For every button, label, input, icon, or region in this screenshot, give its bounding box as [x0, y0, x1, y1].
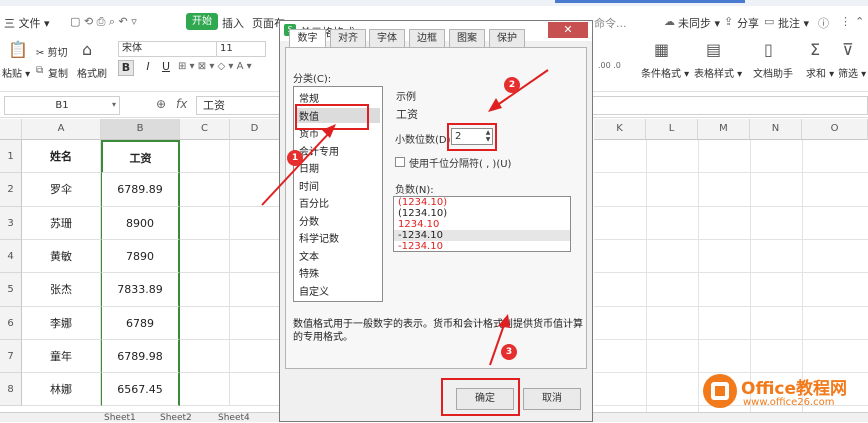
arrow-3 [489, 321, 506, 366]
watermark-brand: Office教程网 [741, 379, 848, 399]
annotation-badge-1: 1 [287, 150, 303, 166]
arrowhead-1 [322, 124, 336, 138]
annotation-badge-3: 3 [501, 344, 517, 360]
arrowhead-2 [488, 98, 502, 112]
watermark: Office教程网 www.office26.com [703, 368, 863, 414]
annotation-arrows [261, 69, 549, 366]
annotation-badge-2: 2 [504, 77, 520, 93]
office-logo-icon [703, 374, 737, 408]
arrow-1 [261, 131, 331, 206]
arrowhead-3 [498, 314, 510, 328]
watermark-url: www.office26.com [743, 397, 835, 408]
